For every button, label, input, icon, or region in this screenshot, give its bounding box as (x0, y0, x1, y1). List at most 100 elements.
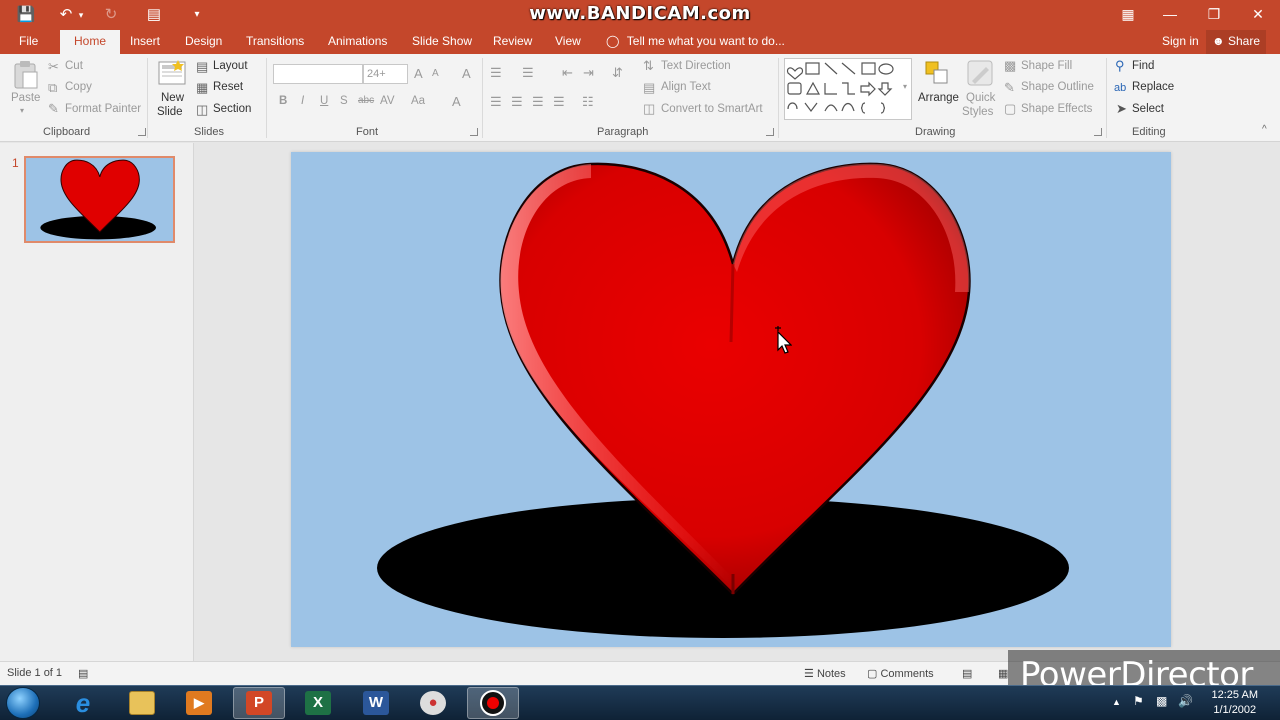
underline-button[interactable]: U (320, 95, 328, 107)
text-direction-button[interactable]: Text Direction (661, 60, 731, 72)
cut-button[interactable]: Cut (65, 60, 83, 72)
paste-icon[interactable] (12, 60, 40, 90)
replace-button[interactable]: Replace (1132, 81, 1174, 93)
system-clock[interactable]: 12:25 AM 1/1/2002 (1212, 688, 1258, 718)
font-name-field[interactable] (273, 64, 363, 84)
find-icon: ⚲ (1115, 58, 1125, 73)
start-orb-icon[interactable] (6, 687, 40, 719)
spell-check-icon[interactable]: ▤ (78, 667, 88, 680)
tab-slide-show[interactable]: Slide Show (412, 30, 472, 54)
align-left-icon[interactable]: ☰ (490, 95, 502, 109)
normal-view-icon[interactable]: ▤ (962, 667, 972, 680)
copy-button[interactable]: Copy (65, 81, 92, 93)
decrease-indent-icon[interactable]: ⇤ (562, 66, 573, 80)
vertical-scrollbar[interactable] (1262, 143, 1280, 661)
align-text-button[interactable]: Align Text (661, 81, 711, 93)
word-icon[interactable]: W (363, 691, 389, 715)
layout-button[interactable]: Layout (213, 60, 248, 72)
gallery-more-icon[interactable]: ▾ (903, 82, 907, 91)
find-button[interactable]: Find (1132, 60, 1154, 72)
clipboard-launcher[interactable] (138, 128, 146, 136)
volume-icon[interactable]: 🔊 (1178, 694, 1193, 708)
new-slide-icon[interactable] (158, 60, 186, 86)
drawing-launcher[interactable] (1094, 128, 1102, 136)
line-spacing-icon[interactable]: ⇵ (612, 66, 623, 80)
font-size-field[interactable]: 24+ (363, 64, 408, 84)
new-slide-button-line2[interactable]: Slide (157, 106, 183, 118)
slide-canvas[interactable] (291, 152, 1171, 647)
tab-design[interactable]: Design (185, 30, 222, 54)
divider (266, 58, 267, 138)
shape-outline-button[interactable]: Shape Outline (1021, 81, 1094, 93)
align-right-icon[interactable]: ☰ (532, 95, 544, 109)
quick-styles-button-line2[interactable]: Styles (962, 106, 993, 118)
notes-button[interactable]: ☰ Notes (804, 667, 846, 680)
excel-icon[interactable]: X (305, 691, 331, 715)
tab-transitions[interactable]: Transitions (246, 30, 304, 54)
slide-sorter-icon[interactable]: ▦ (998, 667, 1008, 680)
comments-button[interactable]: ▢ Comments (867, 667, 934, 680)
clear-formatting-button[interactable]: A (462, 66, 471, 81)
collapse-ribbon-icon[interactable]: ^ (1262, 124, 1267, 135)
select-button[interactable]: Select (1132, 103, 1164, 115)
tab-file[interactable]: File (19, 30, 38, 54)
flag-icon[interactable]: ⚑ (1133, 694, 1144, 708)
quick-styles-button[interactable]: Quick (966, 92, 995, 104)
ie-icon[interactable]: e (70, 690, 96, 716)
font-launcher[interactable] (470, 128, 478, 136)
increase-indent-icon[interactable]: ⇥ (583, 66, 594, 80)
paragraph-group-label: Paragraph (597, 126, 649, 138)
bullets-icon[interactable]: ☰ (490, 66, 502, 80)
heart-shape-image[interactable] (291, 152, 1171, 647)
grow-font-button[interactable]: A (414, 66, 423, 81)
paste-button[interactable]: Paste (11, 92, 40, 104)
close-icon[interactable]: ✕ (1236, 0, 1280, 30)
shrink-font-button[interactable]: A (432, 68, 439, 79)
replace-icon: ab (1114, 82, 1127, 94)
maximize-icon[interactable]: ❐ (1192, 0, 1236, 30)
reset-button[interactable]: Reset (213, 81, 243, 93)
tell-me-box[interactable]: ◯ Tell me what you want to do... (606, 30, 785, 54)
arrange-button[interactable]: Arrange (918, 92, 959, 104)
center-icon[interactable]: ☰ (511, 95, 523, 109)
clock-date: 1/1/2002 (1213, 704, 1257, 716)
share-button[interactable]: ☻ Share (1206, 30, 1267, 54)
ribbon-display-icon[interactable]: ▦ (1106, 0, 1150, 30)
show-hidden-icons[interactable]: ▲ (1112, 697, 1121, 707)
powerpoint-icon[interactable]: P (246, 691, 272, 715)
strikethrough-button[interactable]: abc (358, 95, 374, 106)
justify-icon[interactable]: ☰ (553, 95, 565, 109)
tab-animations[interactable]: Animations (328, 30, 387, 54)
shadow-button[interactable]: S (340, 95, 348, 107)
quick-styles-icon[interactable] (966, 59, 994, 89)
numbering-icon[interactable]: ☰ (522, 66, 534, 80)
record-icon[interactable] (480, 690, 506, 716)
tab-review[interactable]: Review (493, 30, 532, 54)
arrange-icon[interactable] (924, 60, 950, 86)
shape-effects-button[interactable]: Shape Effects (1021, 103, 1092, 115)
media-player-icon[interactable]: ▶ (186, 691, 212, 715)
convert-smartart-button[interactable]: Convert to SmartArt (661, 103, 763, 115)
slide-thumbnail[interactable] (24, 156, 175, 243)
minimize-icon[interactable]: — (1148, 0, 1192, 30)
section-button[interactable]: Section (213, 103, 251, 115)
shape-fill-button[interactable]: Shape Fill (1021, 60, 1072, 72)
font-color-button[interactable]: A (452, 94, 461, 109)
change-case-button[interactable]: Aa (411, 95, 425, 107)
tab-view[interactable]: View (555, 30, 581, 54)
network-icon[interactable]: ▩ (1156, 694, 1167, 708)
italic-button[interactable]: I (301, 95, 304, 107)
columns-icon[interactable]: ☷ (582, 95, 594, 109)
paragraph-launcher[interactable] (766, 128, 774, 136)
sign-in-link[interactable]: Sign in (1162, 30, 1199, 54)
folder-icon[interactable] (129, 691, 155, 715)
tab-insert[interactable]: Insert (130, 30, 160, 54)
bold-button[interactable]: B (279, 95, 287, 107)
shapes-gallery-icons (786, 62, 894, 114)
new-slide-button[interactable]: New (161, 92, 184, 104)
tab-home[interactable]: Home (60, 30, 121, 54)
format-painter-button[interactable]: Format Painter (65, 103, 141, 115)
shapes-gallery[interactable] (784, 58, 912, 120)
paint-icon[interactable]: ● (420, 691, 446, 715)
character-spacing-button[interactable]: AV (380, 95, 395, 107)
